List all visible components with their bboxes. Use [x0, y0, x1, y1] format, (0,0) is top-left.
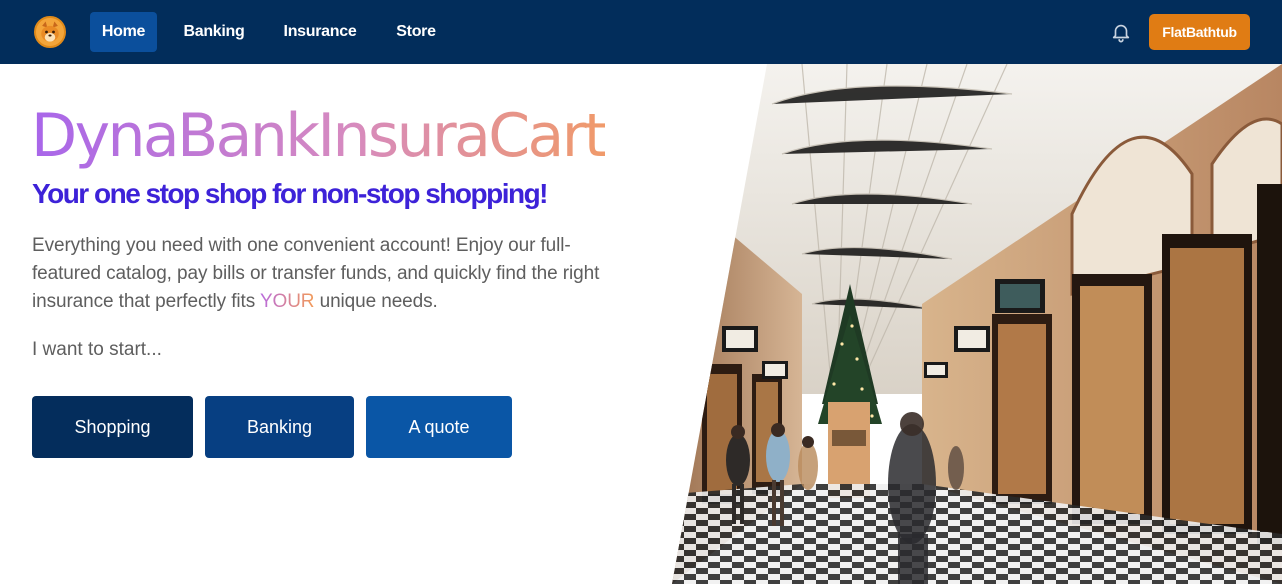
tagline: Your one stop shop for non-stop shopping… — [32, 178, 549, 209]
top-nav: Home Banking Insurance Store FlatBathtub — [0, 0, 1282, 64]
blurb-text-end: unique needs. — [314, 291, 438, 312]
shopping-arcade-image — [672, 64, 1282, 584]
shiba-dog-logo-icon[interactable] — [34, 16, 66, 48]
bell-icon[interactable] — [1110, 21, 1132, 43]
blurb-highlight: YOUR — [259, 291, 315, 312]
nav-insurance[interactable]: Insurance — [271, 12, 369, 52]
brand-title: DynaBankInsuraCart — [31, 101, 607, 171]
get-quote-button[interactable]: A quote — [366, 396, 512, 458]
nav-home[interactable]: Home — [90, 12, 157, 52]
start-shopping-button[interactable]: Shopping — [32, 396, 193, 458]
nav-banking[interactable]: Banking — [172, 12, 256, 52]
start-banking-button[interactable]: Banking — [205, 396, 354, 458]
hero-description: Everything you need with one convenient … — [32, 232, 622, 316]
user-account-button[interactable]: FlatBathtub — [1149, 14, 1250, 50]
start-prompt: I want to start... — [32, 339, 162, 360]
nav-store[interactable]: Store — [384, 12, 448, 52]
